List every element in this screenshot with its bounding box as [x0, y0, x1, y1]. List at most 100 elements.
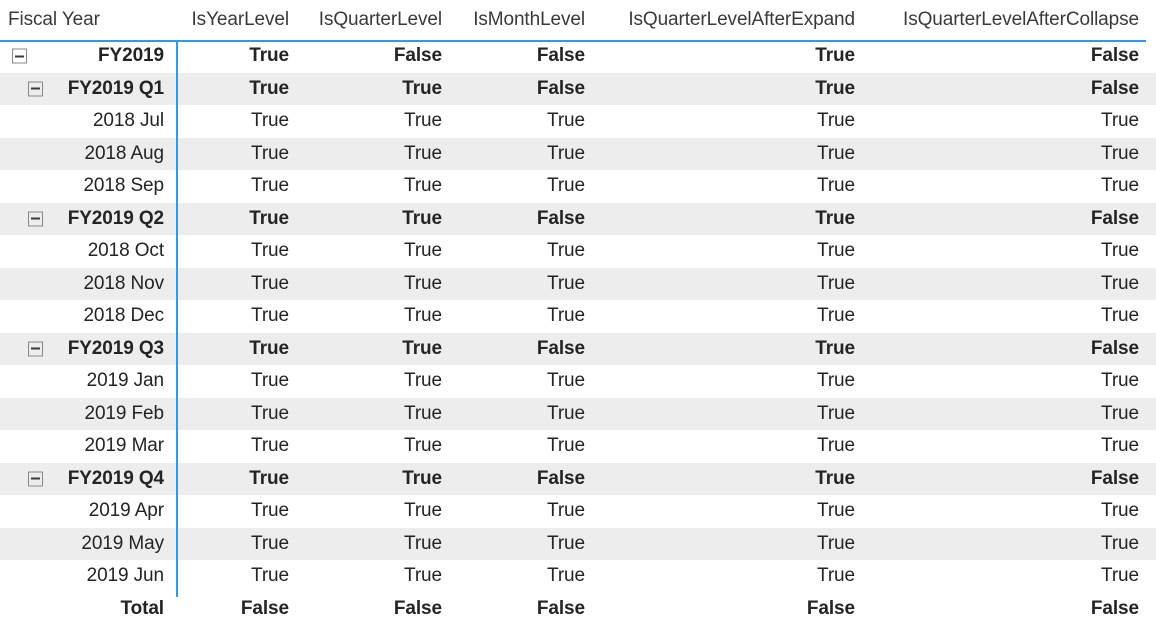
value-cell[interactable]: False	[459, 40, 602, 73]
value-cell[interactable]: True	[872, 300, 1156, 333]
value-cell[interactable]: False	[459, 463, 602, 496]
value-cell[interactable]: True	[176, 138, 306, 171]
value-cell[interactable]: False	[602, 593, 872, 625]
table-row[interactable]: 2018 OctTrueTrueTrueTrueTrue	[0, 235, 1156, 268]
value-cell[interactable]: True	[306, 365, 459, 398]
value-cell[interactable]: True	[306, 560, 459, 593]
value-cell[interactable]: True	[872, 398, 1156, 431]
table-row[interactable]: 2018 JulTrueTrueTrueTrueTrue	[0, 105, 1156, 138]
value-cell[interactable]: True	[176, 463, 306, 496]
value-cell[interactable]: True	[306, 138, 459, 171]
value-cell[interactable]: True	[872, 235, 1156, 268]
table-row[interactable]: FY2019 Q3TrueTrueFalseTrueFalse	[0, 333, 1156, 366]
value-cell[interactable]: True	[459, 398, 602, 431]
value-cell[interactable]: True	[176, 73, 306, 106]
value-cell[interactable]: True	[602, 430, 872, 463]
value-cell[interactable]: True	[306, 528, 459, 561]
row-header-cell[interactable]: 2018 Aug	[0, 138, 176, 171]
value-cell[interactable]: True	[176, 560, 306, 593]
value-cell[interactable]: True	[176, 300, 306, 333]
value-cell[interactable]: True	[459, 495, 602, 528]
value-cell[interactable]: False	[872, 593, 1156, 625]
value-cell[interactable]: True	[872, 430, 1156, 463]
value-cell[interactable]: True	[306, 333, 459, 366]
value-cell[interactable]: True	[176, 495, 306, 528]
value-cell[interactable]: True	[602, 495, 872, 528]
value-cell[interactable]: False	[872, 463, 1156, 496]
table-row[interactable]: FY2019 Q4TrueTrueFalseTrueFalse	[0, 463, 1156, 496]
value-cell[interactable]: True	[602, 73, 872, 106]
table-row[interactable]: 2019 MarTrueTrueTrueTrueTrue	[0, 430, 1156, 463]
table-row[interactable]: FY2019TrueFalseFalseTrueFalse	[0, 40, 1156, 73]
value-cell[interactable]: True	[872, 170, 1156, 203]
value-cell[interactable]: True	[602, 138, 872, 171]
value-cell[interactable]: False	[459, 203, 602, 236]
row-header-cell[interactable]: 2018 Nov	[0, 268, 176, 301]
row-header-cell[interactable]: Total	[0, 593, 176, 625]
value-cell[interactable]: True	[306, 430, 459, 463]
value-cell[interactable]: True	[602, 105, 872, 138]
value-cell[interactable]: True	[306, 463, 459, 496]
row-header-cell[interactable]: FY2019 Q2	[0, 203, 176, 236]
value-cell[interactable]: True	[176, 528, 306, 561]
value-cell[interactable]: True	[602, 203, 872, 236]
value-cell[interactable]: True	[176, 430, 306, 463]
column-header-isyearlevel[interactable]: IsYearLevel	[176, 0, 306, 40]
value-cell[interactable]: True	[459, 235, 602, 268]
row-header-cell[interactable]: 2018 Oct	[0, 235, 176, 268]
table-row[interactable]: FY2019 Q1TrueTrueFalseTrueFalse	[0, 73, 1156, 106]
value-cell[interactable]: False	[459, 73, 602, 106]
column-header-isquarterlevelafterexpand[interactable]: IsQuarterLevelAfterExpand	[602, 0, 872, 40]
row-header-cell[interactable]: FY2019	[0, 40, 176, 73]
collapse-minus-icon[interactable]	[28, 471, 43, 486]
value-cell[interactable]: True	[602, 333, 872, 366]
table-row[interactable]: FY2019 Q2TrueTrueFalseTrueFalse	[0, 203, 1156, 236]
row-header-cell[interactable]: 2019 May	[0, 528, 176, 561]
value-cell[interactable]: True	[459, 138, 602, 171]
value-cell[interactable]: True	[602, 365, 872, 398]
value-cell[interactable]: True	[602, 170, 872, 203]
value-cell[interactable]: True	[459, 170, 602, 203]
table-row[interactable]: 2018 AugTrueTrueTrueTrueTrue	[0, 138, 1156, 171]
value-cell[interactable]: True	[306, 203, 459, 236]
value-cell[interactable]: False	[459, 333, 602, 366]
row-header-cell[interactable]: 2018 Sep	[0, 170, 176, 203]
value-cell[interactable]: True	[176, 105, 306, 138]
value-cell[interactable]: True	[176, 170, 306, 203]
value-cell[interactable]: True	[602, 463, 872, 496]
table-row[interactable]: 2019 JanTrueTrueTrueTrueTrue	[0, 365, 1156, 398]
value-cell[interactable]: True	[872, 105, 1156, 138]
column-header-ismonthlevel[interactable]: IsMonthLevel	[459, 0, 602, 40]
value-cell[interactable]: True	[602, 235, 872, 268]
column-header-isquarterlevel[interactable]: IsQuarterLevel	[306, 0, 459, 40]
value-cell[interactable]: False	[872, 333, 1156, 366]
row-header-cell[interactable]: 2019 Apr	[0, 495, 176, 528]
value-cell[interactable]: True	[872, 138, 1156, 171]
value-cell[interactable]: True	[872, 560, 1156, 593]
table-row[interactable]: 2019 MayTrueTrueTrueTrueTrue	[0, 528, 1156, 561]
value-cell[interactable]: True	[602, 528, 872, 561]
value-cell[interactable]: True	[306, 398, 459, 431]
value-cell[interactable]: False	[176, 593, 306, 625]
value-cell[interactable]: True	[602, 300, 872, 333]
table-row[interactable]: 2019 FebTrueTrueTrueTrueTrue	[0, 398, 1156, 431]
value-cell[interactable]: True	[459, 528, 602, 561]
value-cell[interactable]: False	[306, 40, 459, 73]
table-row[interactable]: 2019 JunTrueTrueTrueTrueTrue	[0, 560, 1156, 593]
table-row[interactable]: 2019 AprTrueTrueTrueTrueTrue	[0, 495, 1156, 528]
value-cell[interactable]: True	[176, 365, 306, 398]
value-cell[interactable]: True	[459, 268, 602, 301]
value-cell[interactable]: False	[872, 40, 1156, 73]
value-cell[interactable]: True	[306, 170, 459, 203]
collapse-minus-icon[interactable]	[28, 341, 43, 356]
value-cell[interactable]: True	[176, 333, 306, 366]
value-cell[interactable]: True	[872, 268, 1156, 301]
value-cell[interactable]: True	[872, 528, 1156, 561]
value-cell[interactable]: True	[872, 495, 1156, 528]
value-cell[interactable]: False	[872, 203, 1156, 236]
row-header-cell[interactable]: 2018 Dec	[0, 300, 176, 333]
value-cell[interactable]: True	[306, 235, 459, 268]
value-cell[interactable]: True	[306, 495, 459, 528]
table-row[interactable]: 2018 DecTrueTrueTrueTrueTrue	[0, 300, 1156, 333]
collapse-minus-icon[interactable]	[12, 49, 27, 64]
